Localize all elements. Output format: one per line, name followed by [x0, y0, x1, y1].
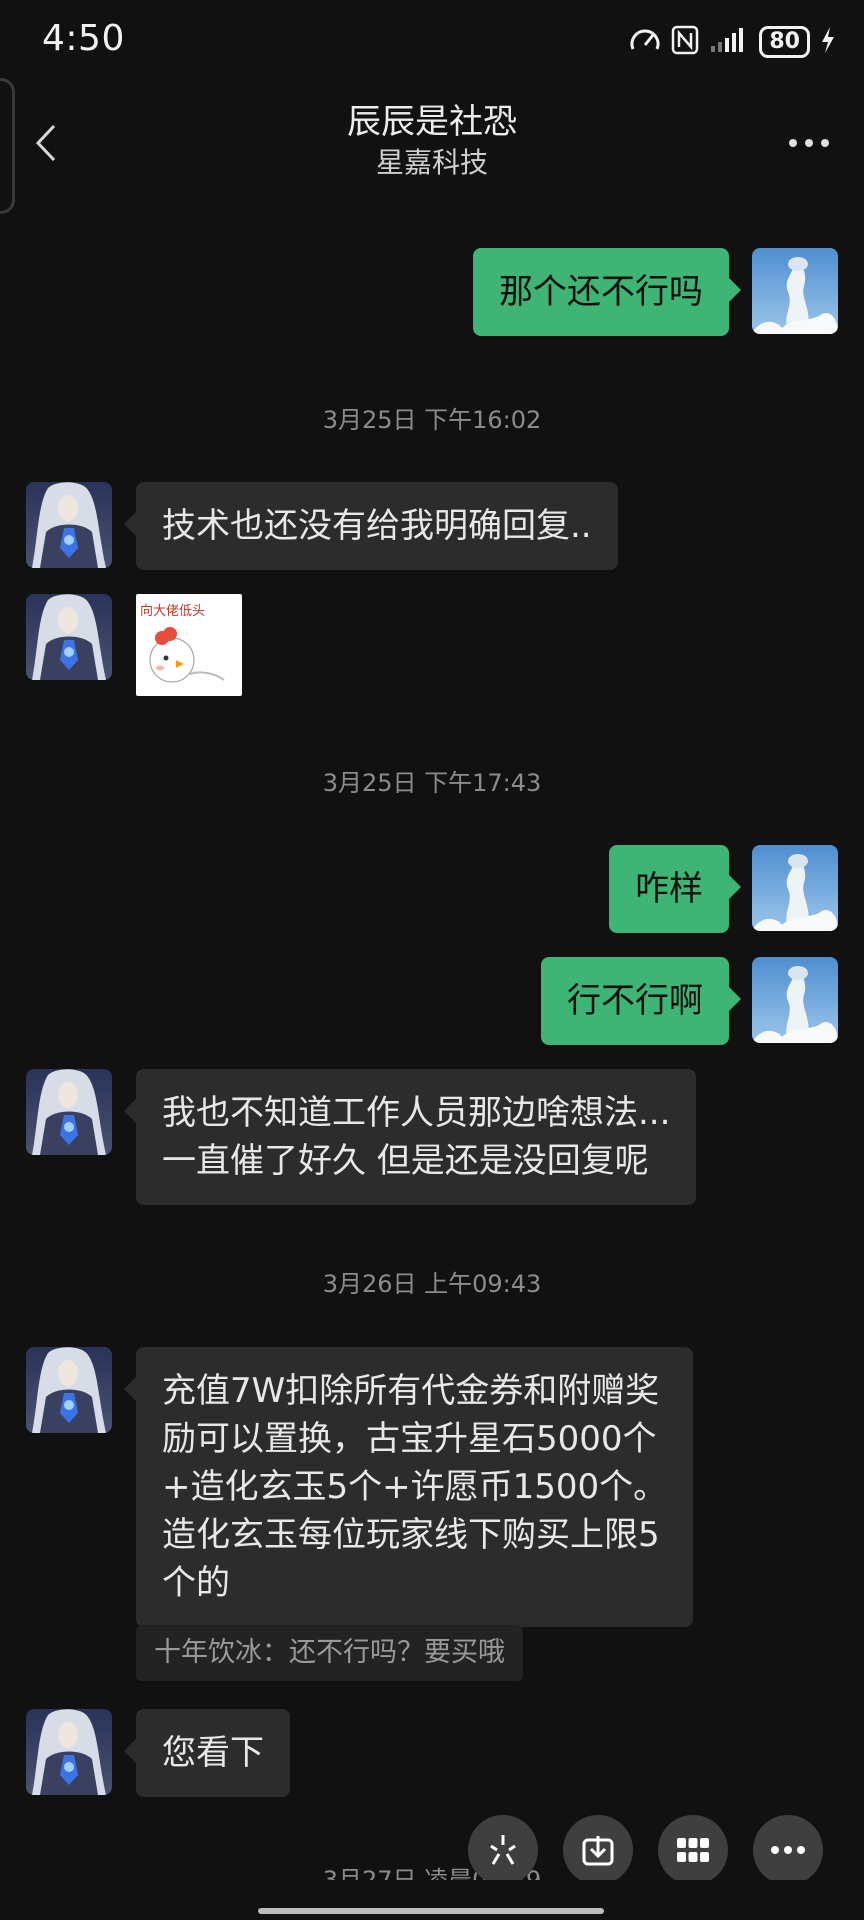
battery-icon: 80 — [759, 26, 810, 58]
grid-icon — [677, 1838, 709, 1862]
message-text: 技术也还没有给我明确回复.. — [162, 506, 592, 546]
sticker-image[interactable]: 向大佬低头 — [136, 594, 242, 696]
message-text-line: 励可以置换，古宝升星石5000个 — [162, 1419, 657, 1459]
message-text: 您看下 — [162, 1733, 264, 1773]
message-bubble-outgoing[interactable]: 那个还不行吗 — [473, 248, 741, 336]
message-text-line: 造化玄玉每位玩家线下购买上限5 — [162, 1515, 660, 1555]
home-indicator[interactable] — [258, 1908, 604, 1914]
message-bubble-incoming[interactable]: 您看下 — [124, 1709, 290, 1797]
message-bubble-outgoing[interactable]: 行不行啊 — [541, 957, 741, 1045]
contact-avatar[interactable] — [26, 1709, 112, 1795]
signal-icon — [709, 26, 749, 58]
input-bar-edge — [0, 1880, 864, 1920]
title-block: 辰辰是社恐 星嘉科技 — [0, 100, 864, 182]
message-text-line: 充值7W扣除所有代金券和附赠奖 — [162, 1371, 660, 1411]
message-bubble-incoming[interactable]: 我也不知道工作人员那边啥想法... 一直催了好久 但是还是没回复呢 — [123, 1069, 697, 1205]
timestamp: 3月25日 下午16:02 — [322, 406, 542, 434]
contact-avatar[interactable] — [26, 1347, 112, 1433]
my-avatar[interactable] — [752, 845, 838, 931]
message-text: 那个还不行吗 — [499, 272, 703, 312]
charging-icon — [820, 26, 836, 58]
quoted-reply[interactable]: 十年饮冰：还不行吗？要买哦 — [136, 1625, 523, 1681]
my-avatar[interactable] — [752, 248, 838, 334]
message-text-line: 我也不知道工作人员那边啥想法... — [162, 1093, 671, 1133]
more-options-button[interactable] — [784, 118, 834, 168]
speed-icon — [629, 25, 661, 59]
contact-avatar[interactable] — [26, 482, 112, 568]
sparkle-icon — [490, 1835, 516, 1865]
message-text-line: +造化玄玉5个+许愿币1500个。 — [162, 1467, 668, 1507]
status-time: 4:50 — [42, 18, 125, 59]
more-dots-icon — [789, 139, 829, 147]
message-bubble-incoming[interactable]: 技术也还没有给我明确回复.. — [124, 482, 618, 570]
timestamp: 3月25日 下午17:43 — [322, 769, 542, 797]
message-bubble-outgoing[interactable]: 咋样 — [609, 845, 741, 933]
message-text: 咋样 — [635, 869, 703, 909]
chat-header: 辰辰是社恐 星嘉科技 — [0, 88, 864, 198]
more-dots-icon — [771, 1846, 805, 1854]
status-bar: 4:50 80 — [0, 0, 864, 84]
grid-button[interactable] — [658, 1815, 728, 1885]
download-icon — [582, 1836, 614, 1866]
message-bubble-incoming[interactable]: 充值7W扣除所有代金券和附赠奖 励可以置换，古宝升星石5000个 +造化玄玉5个… — [123, 1347, 694, 1627]
timestamp: 3月26日 上午09:43 — [322, 1270, 542, 1298]
my-avatar[interactable] — [752, 957, 838, 1043]
download-button[interactable] — [563, 1815, 633, 1885]
nfc-icon — [671, 25, 699, 59]
status-icons: 80 — [629, 24, 836, 60]
more-actions-button[interactable] — [753, 1815, 823, 1885]
chick-sticker-icon — [149, 627, 225, 683]
contact-avatar[interactable] — [26, 594, 112, 680]
chat-subtitle: 星嘉科技 — [375, 146, 488, 179]
contact-avatar[interactable] — [26, 1069, 112, 1155]
message-text: 行不行啊 — [567, 981, 703, 1021]
message-text-line: 一直催了好久 但是还是没回复呢 — [162, 1141, 649, 1181]
message-text-line: 个的 — [162, 1563, 230, 1603]
chat-title: 辰辰是社恐 — [347, 102, 517, 142]
sparkle-button[interactable] — [468, 1815, 538, 1885]
